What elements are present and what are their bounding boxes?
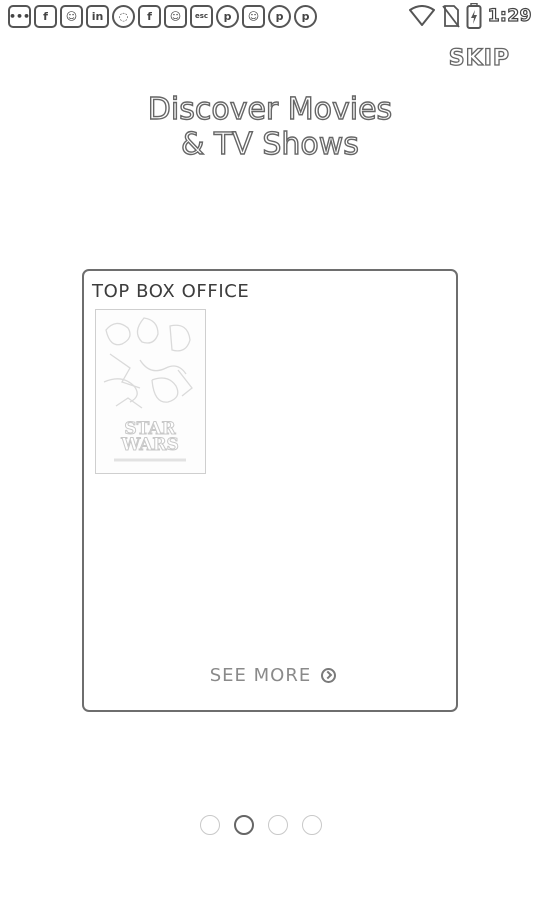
no-sim-icon — [441, 4, 460, 28]
wifi-icon — [408, 5, 436, 27]
star-wars-poster[interactable]: STAR WARS — [95, 309, 206, 474]
headline-line-2: & TV Shows — [180, 126, 359, 162]
svg-text:WARS: WARS — [120, 435, 179, 455]
chevron-right-circle-icon — [321, 667, 337, 683]
page-indicator — [200, 815, 322, 835]
page-dot[interactable] — [268, 815, 288, 835]
pinterest-icon: p — [216, 4, 239, 28]
facebook-icon: f — [138, 4, 161, 28]
see-more-button[interactable]: SEE MORE — [194, 657, 352, 693]
headline-line-1: Discover Movies — [147, 91, 393, 127]
page-dot[interactable] — [200, 815, 220, 835]
page-dot[interactable] — [302, 815, 322, 835]
notification-icons: ••• f ☺ in ◌ f ☺ esc p ☺ p p — [8, 4, 317, 28]
top-box-office-card: TOP BOX OFFICE STAR WARS SEE MORE — [82, 269, 458, 712]
esc-app-icon: esc — [190, 4, 213, 28]
skip-button[interactable]: SKIP — [448, 45, 510, 71]
system-icons: 1:29 — [408, 3, 532, 29]
facebook-icon: f — [34, 4, 57, 28]
reddit-icon: ☺ — [164, 4, 187, 28]
linkedin-icon: in — [86, 4, 109, 28]
page-dot-active[interactable] — [234, 815, 254, 835]
onboarding-headline: Discover Movies & TV Shows — [0, 91, 540, 162]
status-bar: ••• f ☺ in ◌ f ☺ esc p ☺ p p 1:29 — [0, 0, 540, 32]
see-more-label: SEE MORE — [209, 664, 312, 686]
messenger-icon: ••• — [8, 4, 31, 28]
clock: 1:29 — [487, 5, 532, 26]
pinterest-icon: p — [268, 4, 291, 28]
reddit-icon: ☺ — [60, 4, 83, 28]
card-title: TOP BOX OFFICE — [92, 281, 250, 302]
pinterest-icon: p — [294, 4, 317, 28]
whatsapp-icon: ◌ — [112, 4, 135, 28]
reddit-icon: ☺ — [242, 4, 265, 28]
battery-charging-icon — [466, 3, 482, 29]
